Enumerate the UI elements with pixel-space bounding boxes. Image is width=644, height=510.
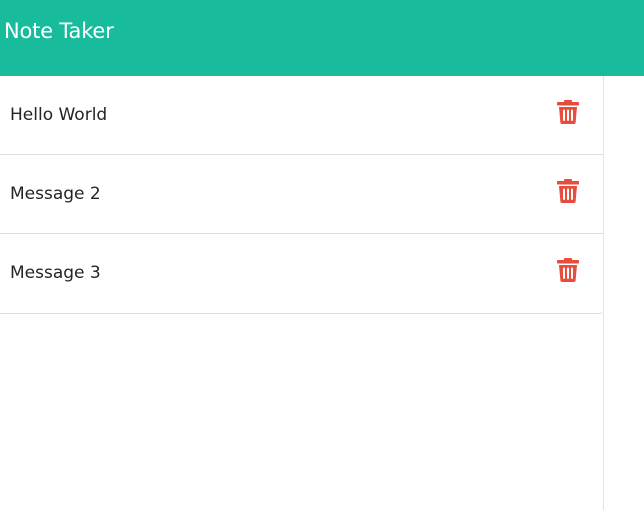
- list-item[interactable]: Message 3: [0, 234, 603, 313]
- app-title[interactable]: Note Taker: [4, 17, 114, 45]
- navbar: Note Taker: [0, 0, 644, 76]
- trash-icon[interactable]: [557, 179, 579, 203]
- trash-icon[interactable]: [557, 100, 579, 124]
- note-list: Hello World Message 2 Message 3: [0, 76, 603, 314]
- note-title: Message 3: [10, 263, 101, 283]
- note-list-panel: Hello World Message 2 Message 3: [0, 76, 604, 510]
- note-title: Message 2: [10, 184, 101, 204]
- list-item[interactable]: Message 2: [0, 155, 603, 234]
- trash-icon[interactable]: [557, 258, 579, 282]
- note-title: Hello World: [10, 105, 108, 125]
- list-item[interactable]: Hello World: [0, 76, 603, 155]
